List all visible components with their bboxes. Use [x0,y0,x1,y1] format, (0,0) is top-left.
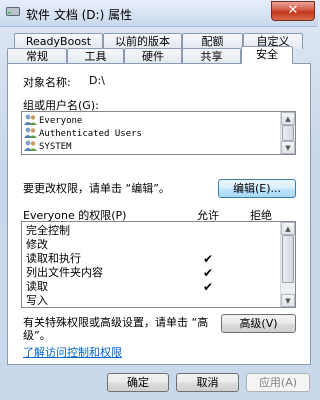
user-row-system[interactable]: SYSTEM [24,140,72,154]
apply-button[interactable]: 应用(A) [246,373,310,392]
change-hint: 要更改权限，请单击 “编辑”。 [23,182,170,195]
object-name-value: D:\ [89,74,105,87]
special-hint-line1: 有关特殊权限或高级设置，请单击 “高 [23,316,209,329]
tab-previous-versions[interactable]: 以前的版本 [103,33,182,49]
scroll-thumb[interactable] [282,235,294,283]
permission-row: 写入 [26,294,48,307]
permission-row: 列出文件夹内容 [26,266,103,279]
tab-general[interactable]: 常规 [7,48,67,64]
special-hint-line2: 级”。 [23,329,51,342]
permission-row: 修改 [26,238,48,251]
permission-row: 完全控制 [26,224,70,237]
users-icon [24,140,37,151]
scroll-up-arrow-icon[interactable]: ▲ [281,112,295,125]
close-icon: ✕ [287,3,299,18]
allow-check-icon: ✔ [202,252,214,266]
tab-security[interactable]: 安全 [241,46,293,64]
users-scrollbar[interactable]: ▲ ▼ [280,112,295,154]
cancel-button[interactable]: 取消 [176,373,239,392]
users-icon [24,114,37,125]
scroll-down-arrow-icon[interactable]: ▼ [281,294,295,307]
tab-sharing[interactable]: 共享 [182,48,241,64]
permissions-listbox[interactable]: 完全控制 修改 读取和执行 ✔ 列出文件夹内容 ✔ 读取 ✔ 写入 ▲ ▼ [21,221,296,308]
scroll-up-arrow-icon[interactable]: ▲ [281,222,295,235]
tab-quota[interactable]: 配额 [182,33,243,49]
users-listbox[interactable]: Everyone Authenticated Users SYSTEM ▲ ▼ [21,111,296,155]
users-icon [24,127,37,138]
window-title: 软件 文档 (D:) 属性 [26,8,133,22]
close-button[interactable]: ✕ [271,1,315,21]
security-panel: 对象名称: D:\ 组或用户名(G): Everyone Authenticat… [7,63,311,365]
drive-icon [6,7,20,16]
title-bar: 软件 文档 (D:) 属性 ✕ [0,0,318,27]
object-name-label: 对象名称: [23,76,71,89]
edit-button[interactable]: 编辑(E)... [218,179,296,198]
user-row-everyone[interactable]: Everyone [24,114,281,128]
tab-tools[interactable]: 工具 [67,48,124,64]
advanced-button[interactable]: 高级(V) [221,314,296,333]
allow-check-icon: ✔ [202,266,214,280]
tab-hardware[interactable]: 硬件 [124,48,182,64]
user-row-authenticated-users[interactable]: Authenticated Users [24,127,142,141]
scroll-thumb[interactable] [282,125,294,141]
permission-row: 读取 [26,280,48,293]
ok-button[interactable]: 确定 [107,373,169,392]
tab-readyboost[interactable]: ReadyBoost [14,33,103,49]
permissions-scrollbar[interactable]: ▲ ▼ [280,222,295,307]
allow-check-icon: ✔ [202,280,214,294]
learn-access-control-link[interactable]: 了解访问控制和权限 [23,344,122,360]
permission-row: 读取和执行 [26,252,81,265]
scroll-down-arrow-icon[interactable]: ▼ [281,141,295,154]
